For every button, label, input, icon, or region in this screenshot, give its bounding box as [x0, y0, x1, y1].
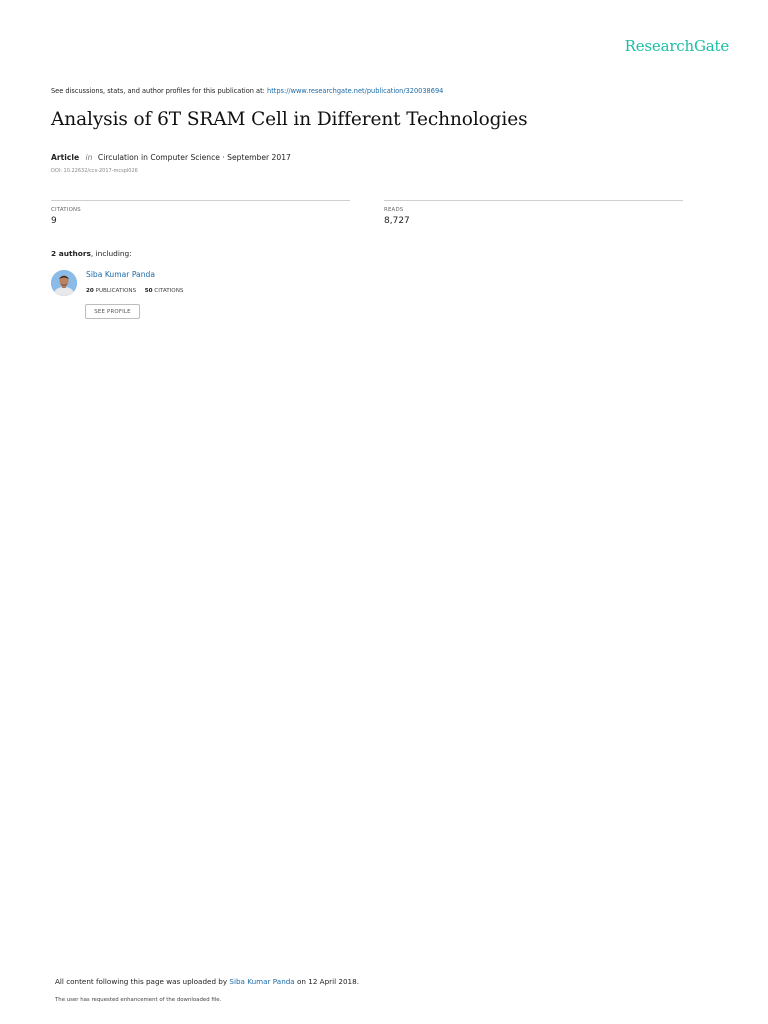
citations-stat: CITATIONS 9 [51, 200, 350, 226]
publication-title: Analysis of 6T SRAM Cell in Different Te… [51, 109, 528, 130]
reads-label: READS [384, 207, 404, 213]
reads-value: 8,727 [384, 216, 410, 226]
in-word: in [85, 153, 93, 162]
authors-including: , including: [90, 249, 132, 258]
discussions-text: See discussions, stats, and author profi… [51, 87, 265, 95]
citations-label: CITATIONS [51, 207, 81, 213]
citations-value: 9 [51, 216, 57, 226]
uploaded-suffix: on 12 April 2018. [297, 977, 359, 986]
uploaded-note: All content following this page was uplo… [55, 977, 359, 986]
reads-stat: READS 8,727 [384, 200, 683, 226]
author-publications-count: 20 [86, 288, 94, 294]
publication-meta: Article in Circulation in Computer Scien… [51, 153, 291, 162]
uploader-link[interactable]: Siba Kumar Panda [229, 977, 294, 986]
discussions-line: See discussions, stats, and author profi… [51, 87, 443, 95]
journal-date: Circulation in Computer Science · Septem… [97, 153, 291, 162]
researchgate-logo[interactable]: ResearchGate [625, 37, 730, 55]
author-stats: 20 PUBLICATIONS 50 CITATIONS [86, 288, 183, 294]
doi-text: DOI: 10.22632/ccs-2017-mcspl026 [51, 168, 138, 174]
publication-type: Article [51, 153, 80, 162]
authors-count: 2 authors [51, 249, 91, 258]
see-profile-button[interactable]: SEE PROFILE [85, 304, 140, 319]
author-name-link[interactable]: Siba Kumar Panda [86, 270, 155, 279]
author-avatar[interactable] [51, 270, 77, 296]
uploaded-prefix: All content following this page was uplo… [55, 977, 228, 986]
publication-link[interactable]: https://www.researchgate.net/publication… [267, 87, 443, 95]
author-citations-count: 50 [144, 288, 153, 294]
author-citations-label: CITATIONS [154, 288, 184, 294]
enhancement-note: The user has requested enhancement of th… [55, 997, 222, 1003]
author-photo-icon [51, 270, 77, 296]
author-publications-label: PUBLICATIONS [95, 288, 137, 294]
authors-heading: 2 authors, including: [51, 249, 132, 258]
